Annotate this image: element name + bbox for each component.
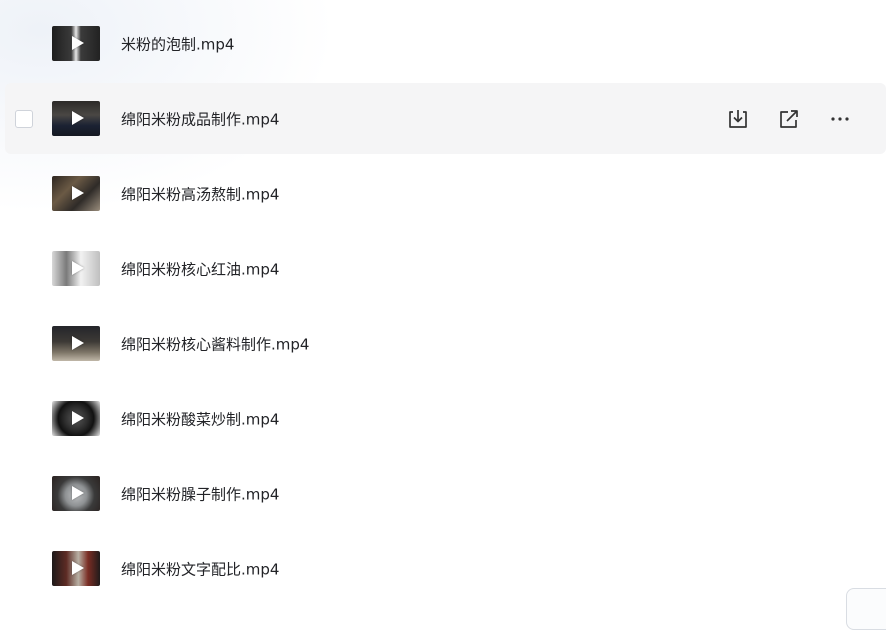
file-name[interactable]: 米粉的泡制.mp4 bbox=[121, 33, 234, 54]
video-thumbnail[interactable] bbox=[52, 400, 100, 436]
row-checkbox[interactable] bbox=[15, 109, 33, 128]
file-row[interactable]: 绵阳米粉酸菜炒制.mp4 bbox=[0, 383, 886, 454]
video-thumbnail[interactable] bbox=[52, 475, 100, 511]
file-row[interactable]: 绵阳米粉文字配比.mp4 bbox=[0, 533, 886, 604]
file-name[interactable]: 绵阳米粉成品制作.mp4 bbox=[121, 108, 279, 129]
video-thumbnail[interactable] bbox=[52, 325, 100, 361]
download-icon[interactable] bbox=[726, 107, 750, 131]
file-row[interactable]: 绵阳米粉高汤熬制.mp4 bbox=[0, 158, 886, 229]
file-name[interactable]: 绵阳米粉核心酱料制作.mp4 bbox=[121, 333, 309, 354]
file-row[interactable]: 绵阳米粉臊子制作.mp4 bbox=[0, 458, 886, 529]
play-icon bbox=[72, 336, 84, 350]
play-icon bbox=[72, 111, 84, 125]
file-list: 米粉的泡制.mp4 绵阳米粉成品制作.mp4 绵阳米粉高汤熬制.mp4 绵阳米粉… bbox=[0, 8, 886, 608]
video-thumbnail[interactable] bbox=[52, 550, 100, 586]
file-row[interactable]: 米粉的泡制.mp4 bbox=[0, 8, 886, 79]
file-name[interactable]: 绵阳米粉文字配比.mp4 bbox=[121, 558, 279, 579]
play-icon bbox=[72, 486, 84, 500]
file-row[interactable]: 绵阳米粉核心红油.mp4 bbox=[0, 233, 886, 304]
play-icon bbox=[72, 411, 84, 425]
video-thumbnail[interactable] bbox=[52, 250, 100, 286]
video-thumbnail[interactable] bbox=[52, 100, 100, 136]
play-icon bbox=[72, 261, 84, 275]
play-icon bbox=[72, 186, 84, 200]
corner-widget[interactable] bbox=[846, 588, 886, 630]
file-row[interactable]: 绵阳米粉核心酱料制作.mp4 bbox=[0, 308, 886, 379]
file-name[interactable]: 绵阳米粉臊子制作.mp4 bbox=[121, 483, 279, 504]
file-name[interactable]: 绵阳米粉酸菜炒制.mp4 bbox=[121, 408, 279, 429]
play-icon bbox=[72, 561, 84, 575]
file-name[interactable]: 绵阳米粉核心红油.mp4 bbox=[121, 258, 279, 279]
share-icon[interactable] bbox=[777, 107, 801, 131]
file-name[interactable]: 绵阳米粉高汤熬制.mp4 bbox=[121, 183, 279, 204]
video-thumbnail[interactable] bbox=[52, 175, 100, 211]
row-actions bbox=[726, 107, 852, 131]
file-row-active[interactable]: 绵阳米粉成品制作.mp4 bbox=[5, 83, 886, 154]
video-thumbnail[interactable] bbox=[52, 25, 100, 61]
more-icon[interactable] bbox=[828, 107, 852, 131]
play-icon bbox=[72, 36, 84, 50]
